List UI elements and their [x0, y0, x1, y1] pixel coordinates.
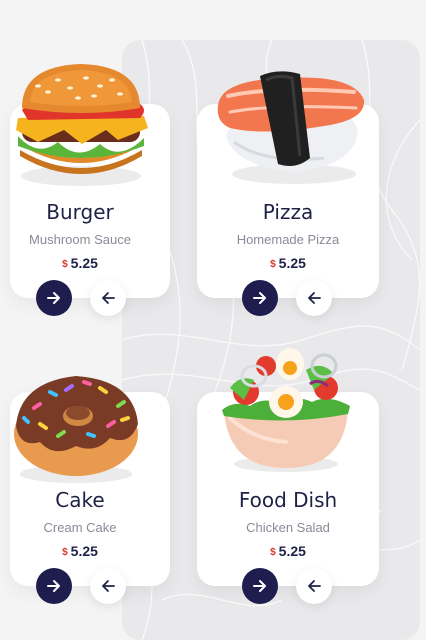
previous-button[interactable] — [296, 568, 332, 604]
card-title: Pizza — [262, 200, 314, 224]
arrow-right-icon — [47, 292, 60, 304]
previous-button[interactable] — [296, 280, 332, 316]
card-subtitle: Homemade Pizza — [236, 232, 340, 247]
salad-bowl-icon — [214, 344, 354, 476]
card-price: $5.25 — [197, 543, 379, 559]
card-subtitle: Mushroom Sauce — [29, 232, 131, 247]
price-value: 5.25 — [70, 543, 98, 559]
currency-symbol: $ — [270, 259, 276, 270]
arrow-right-icon — [253, 580, 266, 592]
currency-symbol: $ — [270, 547, 276, 558]
card-title: Food Dish — [238, 488, 338, 512]
next-button[interactable] — [36, 568, 72, 604]
burger-icon — [8, 58, 154, 190]
card-price: $5.25 — [10, 255, 150, 271]
currency-symbol: $ — [62, 547, 68, 558]
sushi-icon — [204, 66, 370, 190]
card-title: Cake — [55, 488, 105, 512]
next-button[interactable] — [242, 280, 278, 316]
currency-symbol: $ — [62, 259, 68, 270]
price-value: 5.25 — [278, 255, 306, 271]
arrow-left-icon — [308, 580, 321, 592]
previous-button[interactable] — [90, 280, 126, 316]
price-value: 5.25 — [70, 255, 98, 271]
previous-button[interactable] — [90, 568, 126, 604]
arrow-right-icon — [47, 580, 60, 592]
next-button[interactable] — [242, 568, 278, 604]
card-price: $5.25 — [10, 543, 150, 559]
next-button[interactable] — [36, 280, 72, 316]
arrow-left-icon — [102, 292, 115, 304]
arrow-right-icon — [253, 292, 266, 304]
card-price: $5.25 — [197, 255, 379, 271]
price-value: 5.25 — [278, 543, 306, 559]
card-title: Burger — [46, 200, 114, 224]
arrow-left-icon — [102, 580, 115, 592]
arrow-left-icon — [308, 292, 321, 304]
card-subtitle: Cream Cake — [43, 520, 117, 535]
donut-icon — [10, 362, 142, 488]
card-subtitle: Chicken Salad — [246, 520, 330, 535]
